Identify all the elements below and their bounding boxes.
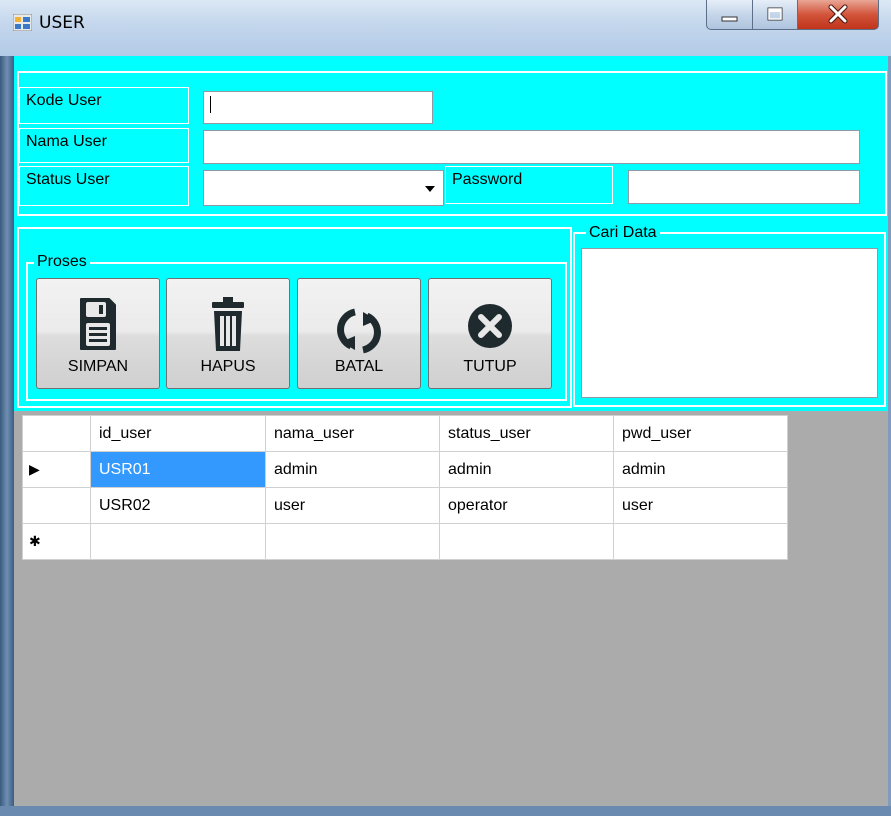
- cell-status-user[interactable]: admin: [439, 451, 614, 488]
- current-row-icon: ▶: [29, 460, 40, 477]
- kode-user-input[interactable]: [203, 91, 433, 124]
- cell-nama-user[interactable]: [265, 523, 440, 560]
- cell-status-user[interactable]: operator: [439, 487, 614, 524]
- maximize-button[interactable]: [752, 0, 798, 30]
- column-header-nama-user[interactable]: nama_user: [265, 415, 440, 452]
- kode-user-label: Kode User: [19, 87, 189, 124]
- tutup-button[interactable]: TUTUP: [428, 278, 552, 389]
- column-header-status-user[interactable]: status_user: [439, 415, 614, 452]
- row-header[interactable]: ▶: [22, 451, 91, 488]
- save-icon: [80, 298, 116, 350]
- minimize-icon: [721, 16, 738, 22]
- cell-id-user[interactable]: USR01: [90, 451, 266, 488]
- password-label: Password: [445, 166, 613, 204]
- window-frame-bottom: [0, 806, 891, 816]
- data-grid[interactable]: id_user nama_user status_user pwd_user ▶…: [22, 415, 788, 560]
- row-header[interactable]: ✱: [22, 523, 91, 560]
- batal-label: BATAL: [334, 358, 384, 375]
- grid-corner-header: [22, 415, 91, 452]
- close-button[interactable]: [797, 0, 879, 30]
- proses-group-title: Proses: [34, 253, 90, 271]
- hapus-button[interactable]: HAPUS: [166, 278, 290, 389]
- status-user-label: Status User: [19, 166, 189, 206]
- table-row[interactable]: USR02 user operator user: [22, 487, 788, 524]
- cell-pwd-user[interactable]: user: [613, 487, 788, 524]
- simpan-button[interactable]: SIMPAN: [36, 278, 160, 389]
- batal-button[interactable]: BATAL: [297, 278, 421, 389]
- nama-user-input[interactable]: [203, 130, 860, 164]
- cari-data-input[interactable]: [581, 248, 878, 398]
- chevron-down-icon: [425, 186, 435, 192]
- cell-nama-user[interactable]: admin: [265, 451, 440, 488]
- simpan-label: SIMPAN: [67, 358, 129, 375]
- title-bar[interactable]: USER: [0, 0, 891, 56]
- close-icon: [828, 4, 848, 24]
- tutup-label: TUTUP: [463, 358, 517, 375]
- column-header-pwd-user[interactable]: pwd_user: [613, 415, 788, 452]
- window-frame-left: [0, 56, 14, 816]
- new-row-icon: ✱: [29, 532, 41, 549]
- row-header[interactable]: [22, 487, 91, 524]
- nama-user-label: Nama User: [19, 128, 189, 163]
- cell-pwd-user[interactable]: [613, 523, 788, 560]
- grid-header-row: id_user nama_user status_user pwd_user: [22, 415, 788, 452]
- text-cursor: [210, 95, 211, 113]
- window-title: USER: [39, 13, 85, 33]
- cell-pwd-user[interactable]: admin: [613, 451, 788, 488]
- new-row[interactable]: ✱: [22, 523, 788, 560]
- cell-nama-user[interactable]: user: [265, 487, 440, 524]
- app-icon: [13, 14, 32, 31]
- table-row[interactable]: ▶ USR01 admin admin admin: [22, 451, 788, 488]
- user-window: USER Kode User Nama User Status User Pas…: [0, 0, 891, 816]
- close-circle-icon: [468, 304, 512, 348]
- cari-data-title: Cari Data: [586, 224, 660, 242]
- refresh-icon: [337, 308, 381, 354]
- trash-icon: [212, 297, 244, 351]
- cell-id-user[interactable]: [90, 523, 266, 560]
- cell-id-user[interactable]: USR02: [90, 487, 266, 524]
- cell-status-user[interactable]: [439, 523, 614, 560]
- maximize-icon: [767, 7, 783, 21]
- minimize-button[interactable]: [706, 0, 753, 30]
- password-input[interactable]: [628, 170, 860, 204]
- hapus-label: HAPUS: [200, 358, 256, 375]
- status-user-dropdown[interactable]: [203, 170, 444, 206]
- column-header-id-user[interactable]: id_user: [90, 415, 266, 452]
